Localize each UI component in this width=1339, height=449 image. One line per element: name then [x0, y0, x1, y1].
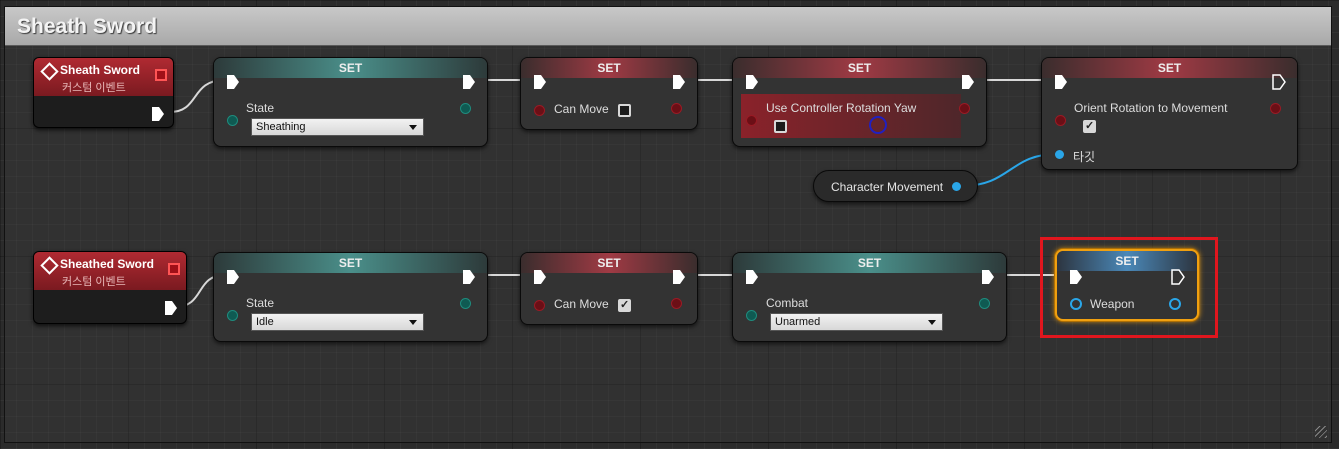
highlight-frame [1040, 237, 1218, 338]
exec-out-pin-icon[interactable] [981, 269, 995, 285]
node-title: SET [597, 61, 621, 75]
use-controller-pin-label: Use Controller Rotation Yaw [766, 101, 917, 115]
set-node-state-idle[interactable]: SET State Idle [213, 252, 488, 342]
can-move-checkbox[interactable]: ✓ [618, 299, 631, 312]
set-node-state[interactable]: SET State Sheathing [213, 57, 488, 147]
event-header: Sheath Sword 커스텀 이벤트 [34, 58, 173, 96]
event-diamond-icon [40, 256, 59, 275]
combat-dropdown[interactable]: Unarmed [770, 313, 943, 331]
event-subtitle: 커스텀 이벤트 [62, 82, 126, 94]
target-pin-label: 타깃 [1073, 150, 1096, 164]
exec-out-pin-icon[interactable] [672, 269, 686, 285]
event-node-sheath-sword[interactable]: Sheath Sword 커스텀 이벤트 [33, 57, 174, 128]
can-move-checkbox[interactable] [618, 104, 631, 117]
target-in-pin[interactable] [1055, 150, 1064, 159]
exec-out-pin-outline-icon[interactable] [1272, 74, 1286, 90]
exec-in-pin-icon[interactable] [226, 269, 240, 285]
node-title: SET [847, 61, 872, 75]
use-controller-in-pin[interactable] [746, 115, 757, 126]
orient-pin-label: Orient Rotation to Movement [1074, 101, 1228, 115]
exec-out-pin-icon[interactable] [462, 74, 476, 90]
state-pin-label: State [246, 101, 275, 115]
state-dropdown-value: Sheathing [256, 121, 306, 133]
node-header: SET [733, 253, 1006, 273]
character-movement-getter[interactable]: Character Movement [813, 170, 978, 202]
state-in-pin[interactable] [227, 115, 238, 126]
exec-out-pin-icon[interactable] [672, 74, 686, 90]
node-title: SET [338, 256, 363, 270]
state-dropdown[interactable]: Idle [251, 313, 424, 331]
state-in-pin[interactable] [227, 310, 238, 321]
dropdown-arrow-icon [409, 125, 417, 130]
node-header: SET [733, 58, 986, 78]
can-move-in-pin[interactable] [534, 105, 545, 116]
node-header: SET [521, 253, 697, 273]
event-subtitle: 커스텀 이벤트 [62, 276, 126, 288]
event-diamond-icon [40, 62, 59, 81]
character-movement-out-pin[interactable] [952, 182, 961, 191]
state-dropdown-value: Idle [256, 316, 274, 328]
exec-out-pin-icon[interactable] [164, 300, 178, 316]
exec-in-pin-icon[interactable] [533, 269, 547, 285]
graph-canvas[interactable]: Sheath Sword Sheath Sword 커스텀 이벤트 SET St… [0, 0, 1339, 449]
node-title: SET [338, 61, 363, 75]
set-node-use-controller-rotation-yaw[interactable]: SET Use Controller Rotation Yaw [732, 57, 987, 147]
combat-in-pin[interactable] [746, 310, 757, 321]
node-title: SET [857, 256, 882, 270]
set-node-combat[interactable]: SET Combat Unarmed [732, 252, 1007, 342]
delegate-square-icon[interactable] [168, 263, 180, 275]
can-move-pin-label: Can Move [554, 297, 609, 311]
can-move-pin-label: Can Move [554, 102, 609, 116]
orient-out-pin[interactable] [1270, 103, 1281, 114]
event-title: Sheath Sword [60, 63, 141, 77]
combat-dropdown-value: Unarmed [775, 316, 821, 328]
can-move-out-pin[interactable] [671, 103, 682, 114]
exec-out-pin-icon[interactable] [961, 74, 975, 90]
event-title: Sheathed Sword [60, 257, 155, 271]
exec-in-pin-icon[interactable] [745, 269, 759, 285]
exec-out-pin-icon[interactable] [462, 269, 476, 285]
state-dropdown[interactable]: Sheathing [251, 118, 424, 136]
node-title: SET [597, 256, 621, 270]
mouse-cursor-ring [869, 116, 887, 134]
set-node-can-move[interactable]: SET Can Move [520, 57, 698, 130]
dropdown-arrow-icon [409, 320, 417, 325]
dropdown-arrow-icon [928, 320, 936, 325]
orient-in-pin[interactable] [1055, 115, 1066, 126]
can-move-in-pin[interactable] [534, 300, 545, 311]
exec-in-pin-icon[interactable] [1054, 74, 1068, 90]
node-title: SET [1157, 61, 1182, 75]
exec-in-pin-icon[interactable] [226, 74, 240, 90]
node-header: SET [214, 253, 487, 273]
combat-pin-label: Combat [766, 296, 809, 310]
event-node-sheathed-sword[interactable]: Sheathed Sword 커스텀 이벤트 [33, 251, 187, 324]
exec-out-pin-icon[interactable] [151, 106, 165, 122]
delegate-square-icon[interactable] [155, 69, 167, 81]
node-header: SET [214, 58, 487, 78]
exec-in-pin-icon[interactable] [745, 74, 759, 90]
set-node-orient-rotation[interactable]: SET Orient Rotation to Movement ✓ 타깃 [1041, 57, 1298, 170]
event-header: Sheathed Sword 커스텀 이벤트 [34, 252, 186, 290]
use-controller-checkbox[interactable] [774, 120, 787, 133]
combat-out-pin[interactable] [979, 298, 990, 309]
use-controller-out-pin[interactable] [959, 103, 970, 114]
state-out-pin[interactable] [460, 103, 471, 114]
node-header: SET [521, 58, 697, 78]
exec-in-pin-icon[interactable] [533, 74, 547, 90]
node-header: SET [1042, 58, 1297, 78]
state-pin-label: State [246, 296, 275, 310]
state-out-pin[interactable] [460, 298, 471, 309]
orient-checkbox[interactable]: ✓ [1083, 120, 1096, 133]
character-movement-label: Character Movement [831, 180, 944, 194]
can-move-out-pin[interactable] [671, 298, 682, 309]
set-node-can-move-true[interactable]: SET Can Move ✓ [520, 252, 698, 325]
